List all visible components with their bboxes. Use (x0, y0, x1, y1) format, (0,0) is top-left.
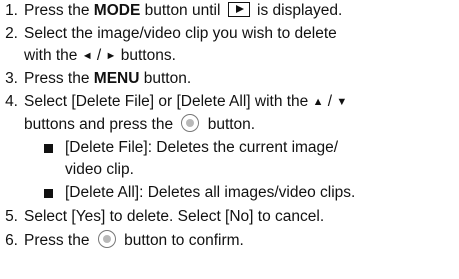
step-text: buttons. (116, 47, 176, 64)
sub-item-text: [Delete All]: Deletes all images/video c… (65, 184, 356, 201)
step-text: button. (203, 116, 256, 133)
bullet-square-icon (44, 189, 53, 198)
step-number: 6. (5, 232, 18, 249)
up-arrow-icon: ▲ (312, 96, 324, 108)
down-arrow-icon: ▼ (336, 96, 348, 108)
step-text: Press the (24, 70, 94, 87)
step-number: 2. (5, 25, 18, 42)
step-text: is displayed. (252, 2, 343, 19)
ok-button-icon (181, 114, 200, 132)
separator: / (323, 93, 337, 110)
step-text: buttons and press the (24, 116, 178, 133)
step-text: Select [Delete File] or [Delete All] wit… (24, 93, 313, 110)
sub-item-text: [Delete File]: Deletes the current image… (65, 139, 339, 156)
menu-label: MENU (93, 70, 140, 87)
step-number: 5. (5, 208, 18, 225)
ok-button-icon (97, 230, 116, 248)
step-text: button to confirm. (119, 232, 244, 249)
step-number: 1. (5, 2, 18, 19)
step-text: Select [Yes] to delete. Select [No] to c… (24, 208, 325, 225)
step-text: Select the image/video clip you wish to … (24, 25, 337, 42)
step-text: button. (139, 70, 192, 87)
bullet-square-icon (44, 144, 53, 153)
left-arrow-icon: ◄ (81, 50, 93, 62)
step-number: 3. (5, 70, 18, 87)
sub-item-text: video clip. (65, 161, 134, 178)
step-text: with the (24, 47, 82, 64)
step-text: Press the (24, 2, 94, 19)
step-text: Press the (24, 232, 94, 249)
separator: / (92, 47, 106, 64)
playback-icon (227, 2, 250, 17)
right-arrow-icon: ► (105, 50, 117, 62)
step-number: 4. (5, 93, 18, 110)
mode-label: MODE (93, 2, 141, 19)
step-text: button until (140, 2, 225, 19)
